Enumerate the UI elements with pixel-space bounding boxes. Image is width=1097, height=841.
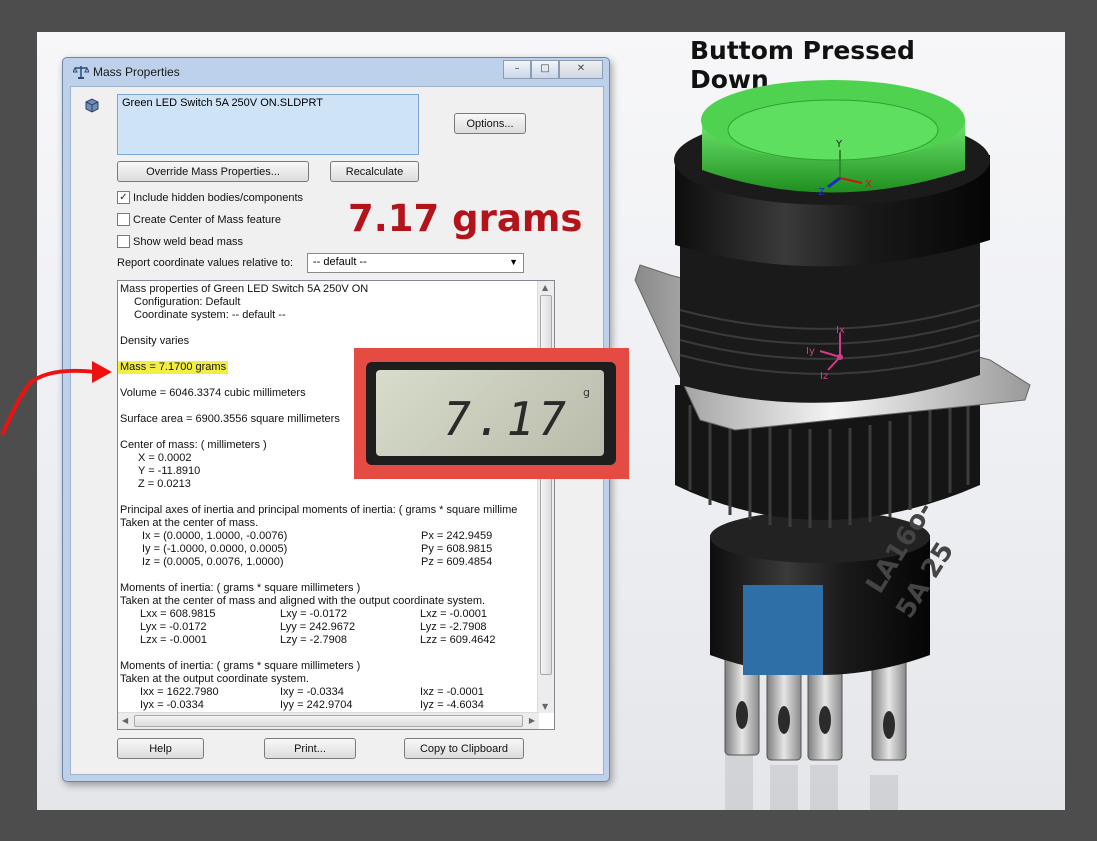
options-button[interactable]: Options... bbox=[454, 113, 526, 134]
results-moi1-sub: Taken at the center of mass and aligned … bbox=[120, 595, 486, 607]
center-of-mass-checkbox[interactable]: Create Center of Mass feature bbox=[117, 213, 281, 226]
results-surface-area: Surface area = 6900.3556 square millimet… bbox=[120, 413, 340, 425]
horizontal-scrollbar[interactable]: ◀ ▶ bbox=[118, 712, 539, 729]
help-button[interactable]: Help bbox=[117, 738, 204, 759]
part-icon bbox=[85, 98, 99, 113]
axis-label-z: Z bbox=[818, 187, 825, 198]
checkbox-checked[interactable]: ✓ bbox=[117, 191, 130, 204]
minimize-button[interactable]: – bbox=[503, 60, 531, 79]
maximize-button[interactable]: □ bbox=[531, 60, 559, 79]
report-coordinates-label: Report coordinate values relative to: bbox=[117, 257, 294, 269]
results-text: Mass properties of Green LED Switch 5A 2… bbox=[118, 281, 539, 711]
results-py: Py = 608.9815 bbox=[421, 543, 493, 555]
vertical-scrollbar[interactable]: ▲ ▼ bbox=[537, 281, 554, 713]
results-pz: Pz = 609.4854 bbox=[421, 556, 493, 568]
results-lzy: Lzy = -2.7908 bbox=[280, 634, 347, 646]
weld-bead-checkbox[interactable]: Show weld bead mass bbox=[117, 235, 243, 248]
scale-display-frame: 7.17 g bbox=[366, 362, 616, 465]
dropdown-arrow-icon: ▼ bbox=[509, 257, 518, 267]
results-moi2-header: Moments of inertia: ( grams * square mil… bbox=[120, 660, 361, 672]
results-com-x: X = 0.0002 bbox=[138, 452, 192, 464]
scroll-right-icon[interactable]: ▶ bbox=[529, 716, 535, 725]
results-com-z: Z = 0.0213 bbox=[138, 478, 191, 490]
results-ixz: Ixz = -0.0001 bbox=[420, 686, 484, 698]
results-iyy: Iyy = 242.9704 bbox=[280, 699, 353, 711]
results-px: Px = 242.9459 bbox=[421, 530, 493, 542]
results-lyx: Lyx = -0.0172 bbox=[140, 621, 207, 633]
checkbox-label: Create Center of Mass feature bbox=[133, 213, 281, 226]
results-lzz: Lzz = 609.4642 bbox=[420, 634, 496, 646]
checkbox-unchecked[interactable] bbox=[117, 235, 130, 248]
select-value: -- default -- bbox=[313, 256, 367, 268]
results-configuration: Configuration: Default bbox=[134, 296, 241, 308]
results-ixy: Ixy = -0.0334 bbox=[280, 686, 344, 698]
results-iyx: Iyx = -0.0334 bbox=[140, 699, 204, 711]
horizontal-scroll-thumb[interactable] bbox=[134, 715, 523, 727]
checkbox-unchecked[interactable] bbox=[117, 213, 130, 226]
results-com-header: Center of mass: ( millimeters ) bbox=[120, 439, 267, 451]
axis-label-ix: Ix bbox=[836, 325, 845, 336]
override-mass-properties-button[interactable]: Override Mass Properties... bbox=[117, 161, 309, 182]
print-button[interactable]: Print... bbox=[264, 738, 356, 759]
results-lxz: Lxz = -0.0001 bbox=[420, 608, 487, 620]
results-ixx: Ixx = 1622.7980 bbox=[140, 686, 219, 698]
results-density: Density varies bbox=[120, 335, 190, 347]
scroll-left-icon[interactable]: ◀ bbox=[122, 716, 128, 725]
results-title: Mass properties of Green LED Switch 5A 2… bbox=[120, 283, 369, 295]
axis-label-iz: Iz bbox=[820, 371, 828, 382]
scroll-down-icon[interactable]: ▼ bbox=[542, 702, 548, 711]
results-iy: Iy = (-1.0000, 0.0000, 0.0005) bbox=[142, 543, 288, 555]
results-lxy: Lxy = -0.0172 bbox=[280, 608, 347, 620]
results-moi2-sub: Taken at the output coordinate system. bbox=[120, 673, 309, 685]
dialog-title: Mass Properties bbox=[93, 65, 180, 79]
results-lyy: Lyy = 242.9672 bbox=[280, 621, 356, 633]
axis-label-y: Y bbox=[835, 139, 843, 150]
digital-scale-photo: 7.17 g bbox=[354, 348, 629, 479]
coordinate-system-select[interactable]: -- default -- ▼ bbox=[307, 253, 524, 273]
axis-label-iy: Iy bbox=[806, 346, 815, 357]
axis-label-x: X bbox=[865, 179, 872, 190]
balance-scale-icon bbox=[73, 66, 89, 79]
red-arrow-icon bbox=[0, 361, 112, 436]
results-lxx: Lxx = 608.9815 bbox=[140, 608, 216, 620]
scale-unit: g bbox=[583, 386, 590, 399]
floor-reflection bbox=[725, 755, 898, 810]
selected-items-list[interactable]: Green LED Switch 5A 250V ON.SLDPRT bbox=[117, 94, 419, 155]
scroll-up-icon[interactable]: ▲ bbox=[542, 283, 548, 292]
scale-reading: 7.17 bbox=[443, 392, 570, 446]
results-mass: Mass = 7.1700 grams bbox=[118, 361, 229, 374]
selected-file-name[interactable]: Green LED Switch 5A 250V ON.SLDPRT bbox=[122, 97, 414, 109]
results-moi1-header: Moments of inertia: ( grams * square mil… bbox=[120, 582, 361, 594]
results-com-y: Y = -11.8910 bbox=[138, 465, 201, 477]
results-volume: Volume = 6046.3374 cubic millimeters bbox=[120, 387, 306, 399]
results-ix: Ix = (0.0000, 1.0000, -0.0076) bbox=[142, 530, 288, 542]
results-lzx: Lzx = -0.0001 bbox=[140, 634, 207, 646]
checkbox-label: Include hidden bodies/components bbox=[133, 191, 304, 204]
dialog-titlebar[interactable]: Mass Properties – □ ✕ bbox=[63, 58, 609, 86]
recalculate-button[interactable]: Recalculate bbox=[330, 161, 419, 182]
results-iyz: Iyz = -4.6034 bbox=[420, 699, 484, 711]
results-iz: Iz = (0.0005, 0.0076, 1.0000) bbox=[142, 556, 284, 568]
results-coordinate-system: Coordinate system: -- default -- bbox=[134, 309, 286, 321]
include-hidden-checkbox[interactable]: ✓ Include hidden bodies/components bbox=[117, 191, 303, 204]
mass-callout: 7.17 grams bbox=[348, 197, 583, 240]
checkbox-label: Show weld bead mass bbox=[133, 235, 244, 248]
scale-lcd: 7.17 g bbox=[376, 370, 604, 456]
results-principal-sub: Taken at the center of mass. bbox=[120, 517, 259, 529]
results-principal-header: Principal axes of inertia and principal … bbox=[120, 504, 518, 516]
close-button[interactable]: ✕ bbox=[559, 60, 603, 79]
copy-to-clipboard-button[interactable]: Copy to Clipboard bbox=[404, 738, 524, 759]
led-switch-model: LA16o- 5A 25 Y X Z Ix Iy Iz bbox=[634, 80, 1031, 810]
results-lyz: Lyz = -2.7908 bbox=[420, 621, 487, 633]
